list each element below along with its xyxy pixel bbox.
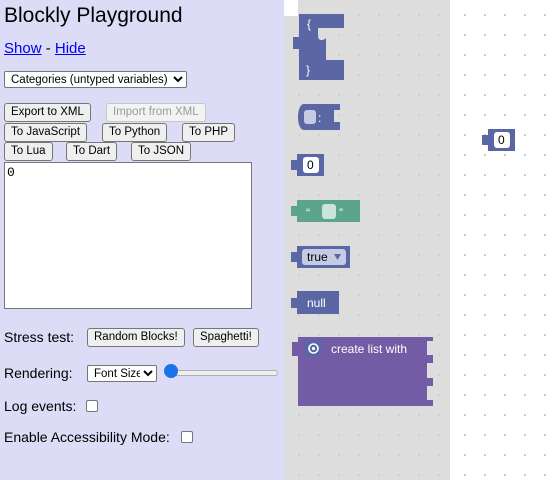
workspace-number-block[interactable]: 0 xyxy=(482,129,515,151)
member-block-key-slot[interactable] xyxy=(304,110,316,124)
blocks-layer: { } : 0 “ ” true null create list with 0 xyxy=(291,14,515,406)
boolean-block[interactable]: true xyxy=(291,246,350,268)
member-block-colon: : xyxy=(318,111,321,125)
create-list-block[interactable]: create list with xyxy=(292,337,433,406)
string-block[interactable]: “ ” xyxy=(291,200,360,222)
object-block-close-brace: } xyxy=(306,63,310,77)
number-block-value: 0 xyxy=(307,158,314,172)
string-block-close-quote: ” xyxy=(339,206,343,220)
string-block-open-quote: “ xyxy=(306,206,310,220)
object-block[interactable]: { } xyxy=(293,14,344,80)
null-block-label: null xyxy=(307,296,326,310)
boolean-block-value: true xyxy=(307,250,328,264)
workspace-number-value: 0 xyxy=(498,133,505,147)
member-block[interactable]: : xyxy=(298,104,340,130)
create-list-label: create list with xyxy=(331,342,407,356)
string-block-field[interactable] xyxy=(322,204,336,219)
gear-icon-hub xyxy=(311,346,316,351)
object-block-open-brace: { xyxy=(307,17,311,31)
number-block[interactable]: 0 xyxy=(291,154,324,176)
null-block[interactable]: null xyxy=(291,291,339,314)
